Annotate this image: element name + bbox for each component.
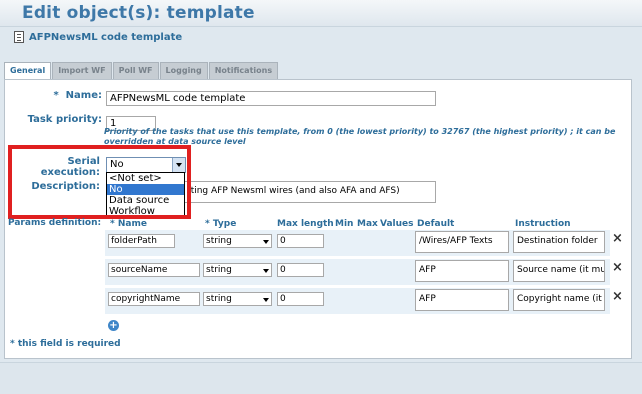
delete-icon[interactable]: × [612, 261, 623, 274]
param-default-field[interactable]: AFP [415, 289, 509, 311]
task-priority-label: Task priority: [27, 114, 102, 125]
tab-logging[interactable]: Logging [159, 62, 208, 79]
page-header: Edit object(s): template [0, 0, 642, 27]
col-header-max-length: Max length [277, 219, 334, 229]
col-header-instruction: Instruction [515, 219, 571, 229]
param-default-field[interactable]: /Wires/AFP Texts [415, 231, 509, 253]
param-max-length-field[interactable]: 0 [277, 234, 324, 248]
tab-notifications[interactable]: Notifications [208, 62, 279, 79]
col-header-values: Values [380, 219, 414, 229]
col-header-type: * Type [205, 219, 237, 229]
param-name-field[interactable]: copyrightName [108, 292, 200, 306]
param-default-field[interactable]: AFP [415, 260, 509, 282]
col-header-name: * Name [110, 219, 147, 229]
param-type-select[interactable]: string [203, 292, 272, 306]
delete-icon[interactable]: × [612, 232, 623, 245]
tab-import-wf[interactable]: Import WF [52, 62, 112, 79]
row-divider [105, 257, 610, 258]
row-divider [105, 286, 610, 287]
param-instruction-field[interactable]: Source name (it mu [513, 260, 605, 282]
col-header-min: Min [335, 219, 354, 229]
param-name-field[interactable]: sourceName [108, 263, 200, 277]
tab-general[interactable]: General [4, 62, 52, 80]
name-field[interactable]: AFPNewsML code template [106, 91, 436, 106]
param-type-select[interactable]: string [203, 263, 272, 277]
document-icon [14, 31, 24, 43]
page-title: Edit object(s): template [22, 3, 255, 23]
param-instruction-field[interactable]: Destination folder [513, 231, 605, 253]
task-priority-help: Priority of the tasks that use this temp… [104, 127, 616, 146]
name-label: * Name: [53, 90, 102, 101]
object-subtitle: AFPNewsML code template [29, 31, 183, 43]
param-max-length-field[interactable]: 0 [277, 263, 324, 277]
params-definition-label: Params definition: [8, 218, 102, 228]
col-header-max: Max [357, 219, 378, 229]
tab-poll-wf[interactable]: Poll WF [112, 62, 159, 79]
param-type-select[interactable]: string [203, 234, 272, 248]
param-name-field[interactable]: folderPath [108, 234, 175, 248]
param-instruction-field[interactable]: Copyright name (it [513, 289, 605, 311]
delete-icon[interactable]: × [612, 290, 623, 303]
param-max-length-field[interactable]: 0 [277, 292, 324, 306]
footer-bar [0, 362, 642, 394]
highlight-box [8, 145, 191, 219]
object-subtitle-line: AFPNewsML code template [14, 30, 182, 44]
tab-bar: General Import WF Poll WF Logging Notifi… [4, 62, 279, 80]
col-header-default: Default [417, 219, 455, 229]
required-note: * this field is required [10, 339, 121, 349]
add-param-icon[interactable]: + [108, 320, 119, 331]
